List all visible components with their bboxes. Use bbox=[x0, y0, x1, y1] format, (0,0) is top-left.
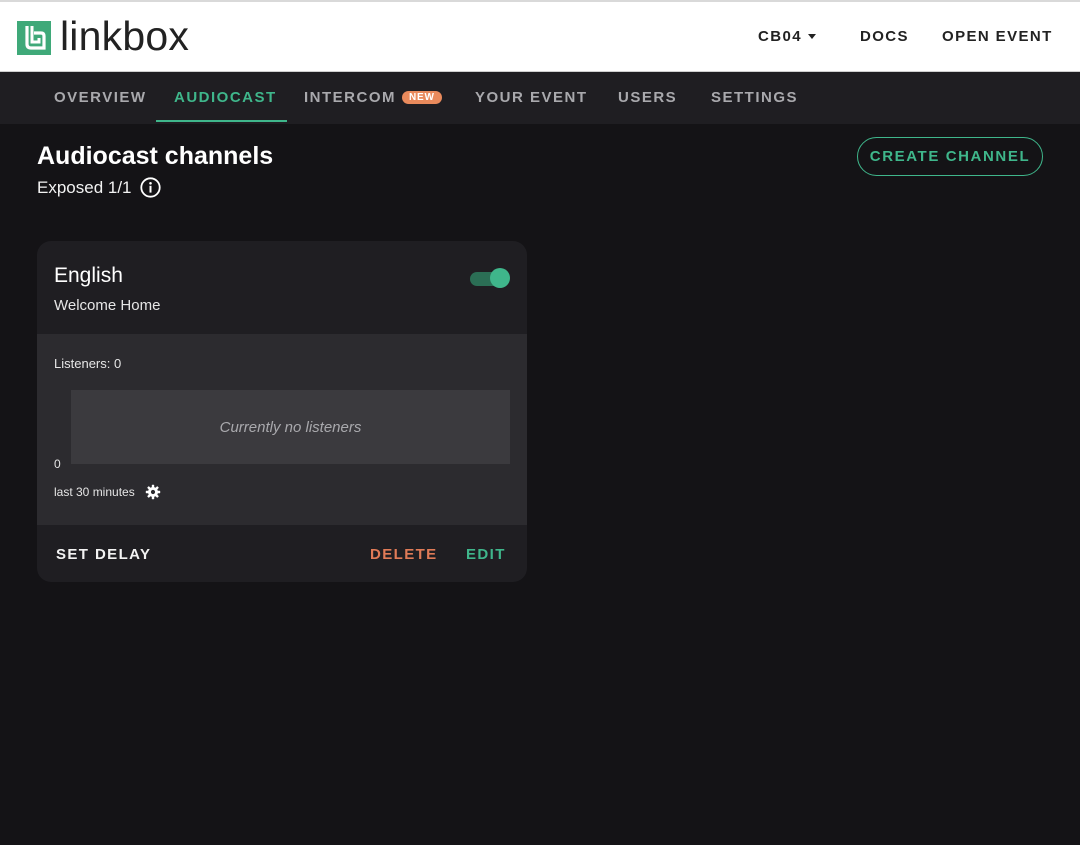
docs-link[interactable]: DOCS bbox=[860, 28, 909, 45]
time-range: last 30 minutes bbox=[54, 484, 161, 500]
channel-enabled-toggle[interactable] bbox=[470, 268, 510, 288]
active-tab-indicator bbox=[156, 120, 287, 122]
main-tabs: OVERVIEW AUDIOCAST INTERCOM NEW YOUR EVEN… bbox=[0, 72, 1080, 124]
brand-logo[interactable]: linkbox bbox=[17, 13, 190, 59]
tab-overview[interactable]: OVERVIEW bbox=[54, 89, 147, 106]
y-axis-zero-label: 0 bbox=[54, 457, 61, 471]
tab-settings[interactable]: SETTINGS bbox=[711, 89, 798, 106]
exposed-count: Exposed 1/1 bbox=[37, 177, 161, 198]
tab-intercom[interactable]: INTERCOM NEW bbox=[304, 89, 442, 106]
edit-button[interactable]: EDIT bbox=[466, 546, 506, 563]
delete-button[interactable]: DELETE bbox=[370, 546, 438, 563]
tab-intercom-label: INTERCOM bbox=[304, 89, 396, 106]
chart-empty-message: Currently no listeners bbox=[219, 418, 362, 436]
listener-stats: Listeners: 0 Currently no listeners 0 la… bbox=[37, 334, 527, 525]
chevron-down-icon bbox=[807, 34, 816, 39]
create-channel-button[interactable]: CREATE CHANNEL bbox=[857, 137, 1043, 176]
channel-name: English bbox=[54, 264, 123, 287]
tab-your-event[interactable]: YOUR EVENT bbox=[475, 89, 588, 106]
gear-icon[interactable] bbox=[145, 484, 161, 500]
channel-card: English Welcome Home Listeners: 0 Curren… bbox=[37, 241, 527, 582]
set-delay-button[interactable]: SET DELAY bbox=[56, 546, 151, 563]
time-range-label: last 30 minutes bbox=[54, 485, 135, 499]
tab-audiocast[interactable]: AUDIOCAST bbox=[174, 89, 277, 106]
top-header: linkbox CB04 DOCS OPEN EVENT bbox=[0, 0, 1080, 72]
open-event-link[interactable]: OPEN EVENT bbox=[942, 28, 1053, 45]
org-menu-label: CB04 bbox=[758, 28, 802, 45]
listeners-chart: Currently no listeners bbox=[71, 390, 510, 464]
org-menu-button[interactable]: CB04 bbox=[758, 28, 816, 45]
new-badge: NEW bbox=[402, 91, 442, 104]
exposed-label: Exposed 1/1 bbox=[37, 177, 132, 197]
toggle-knob bbox=[490, 268, 510, 288]
card-actions: SET DELAY DELETE EDIT bbox=[37, 525, 527, 582]
info-icon[interactable] bbox=[139, 177, 161, 198]
channel-description: Welcome Home bbox=[54, 297, 161, 314]
listeners-count: Listeners: 0 bbox=[54, 356, 122, 371]
brand-name: linkbox bbox=[60, 13, 190, 59]
linkbox-logo-icon bbox=[17, 21, 51, 55]
tab-users[interactable]: USERS bbox=[618, 89, 677, 106]
page-title: Audiocast channels bbox=[37, 142, 274, 170]
